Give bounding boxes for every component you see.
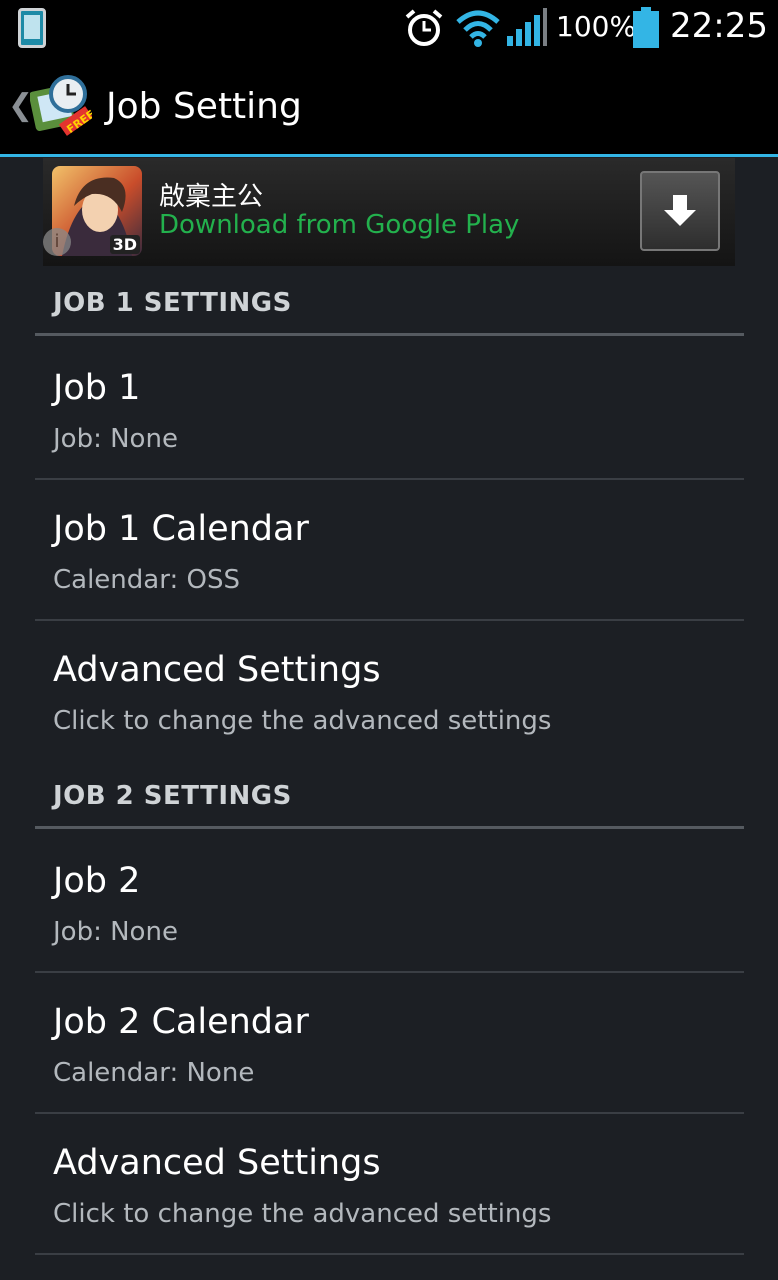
pref-job-2-calendar[interactable]: Job 2 Calendar Calendar: None — [35, 972, 744, 1112]
download-arrow-icon — [664, 195, 696, 226]
list-divider — [35, 1253, 744, 1255]
alarm-icon — [405, 9, 443, 46]
ad-banner[interactable]: 3D i 啟稟主公 Download from Google Play — [43, 158, 735, 266]
pref-title: Job 1 Calendar — [53, 509, 309, 549]
phone-icon — [18, 8, 46, 48]
pref-summary: Click to change the advanced settings — [53, 706, 552, 736]
pref-summary: Job: None — [53, 424, 178, 454]
clock: 22:25 — [670, 6, 768, 46]
pref-job-1-calendar[interactable]: Job 1 Calendar Calendar: OSS — [35, 479, 744, 619]
pref-job-1[interactable]: Job 1 Job: None — [35, 338, 744, 478]
status-bar: 100% 22:25 — [0, 0, 778, 54]
ad-subtitle: Download from Google Play — [159, 210, 520, 240]
wifi-icon — [456, 10, 500, 47]
action-bar-divider — [0, 154, 778, 157]
pref-job-2[interactable]: Job 2 Job: None — [35, 831, 744, 971]
pref-job-1-advanced-settings[interactable]: Advanced Settings Click to change the ad… — [35, 620, 744, 760]
pref-summary: Calendar: OSS — [53, 565, 240, 595]
section-divider — [35, 333, 744, 336]
page-title: Job Setting — [106, 86, 302, 127]
signal-icon — [507, 8, 547, 46]
ad-download-button[interactable] — [640, 171, 720, 251]
section-header-job-1: JOB 1 SETTINGS — [53, 288, 292, 318]
pref-job-2-advanced-settings[interactable]: Advanced Settings Click to change the ad… — [35, 1113, 744, 1253]
pref-title: Job 1 — [53, 368, 141, 408]
battery-percent: 100% — [556, 10, 637, 43]
ad-3d-badge: 3D — [109, 235, 140, 254]
section-divider — [35, 826, 744, 829]
ad-info-icon[interactable]: i — [43, 228, 71, 256]
pref-title: Job 2 Calendar — [53, 1002, 309, 1042]
pref-summary: Calendar: None — [53, 1058, 255, 1088]
pref-summary: Click to change the advanced settings — [53, 1199, 552, 1229]
pref-title: Advanced Settings — [53, 650, 381, 690]
pref-title: Advanced Settings — [53, 1143, 381, 1183]
ad-title: 啟稟主公 — [159, 182, 264, 212]
pref-title: Job 2 — [53, 861, 141, 901]
pref-summary: Job: None — [53, 917, 178, 947]
section-header-job-2: JOB 2 SETTINGS — [53, 781, 292, 811]
app-logo-icon[interactable]: FREE — [30, 74, 92, 136]
battery-icon — [633, 7, 659, 48]
